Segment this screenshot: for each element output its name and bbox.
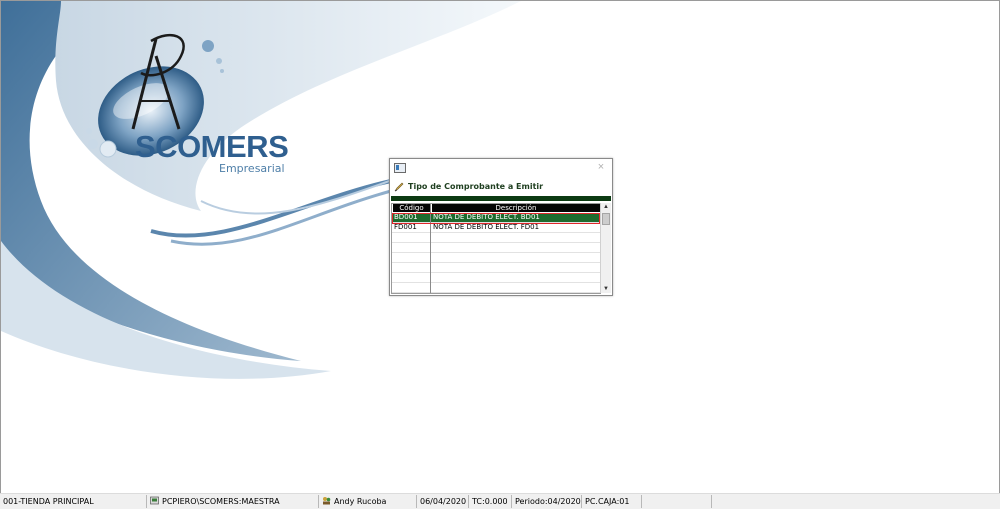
cell-codigo: BD001 bbox=[394, 213, 418, 221]
column-header-codigo[interactable]: Código bbox=[393, 204, 430, 212]
close-icon[interactable]: × bbox=[595, 161, 607, 173]
window-icon bbox=[394, 163, 406, 173]
empty-row[interactable] bbox=[392, 243, 600, 253]
scroll-up-arrow-icon[interactable]: ▲ bbox=[601, 203, 611, 211]
status-user-label: Andy Rucoba bbox=[334, 497, 387, 506]
empty-row[interactable] bbox=[392, 253, 600, 263]
status-database: PCPIERO\SCOMERS:MAESTRA bbox=[147, 495, 319, 508]
user-icon bbox=[323, 497, 331, 505]
status-period-label: Periodo:04/2020 bbox=[515, 497, 581, 506]
brand-logo-subtitle: Empresarial bbox=[219, 162, 285, 175]
status-empty-panel bbox=[642, 495, 712, 508]
column-divider bbox=[430, 204, 431, 293]
status-date-label: 06/04/2020 bbox=[420, 497, 467, 506]
status-pc-label: PC.CAJA:01 bbox=[585, 497, 630, 506]
cell-descripcion: NOTA DE DEBITO ELECT. BD01 bbox=[433, 213, 540, 221]
brand-logo-text: SCOMERS bbox=[135, 129, 289, 164]
empty-row[interactable] bbox=[392, 233, 600, 243]
status-date: 06/04/2020 bbox=[417, 495, 469, 508]
table-row[interactable]: FD001 NOTA DE DEBITO ELECT. FD01 bbox=[392, 223, 600, 233]
status-bar: 001-TIENDA PRINCIPAL PCPIERO\SCOMERS:MAE… bbox=[0, 493, 1000, 509]
scroll-down-arrow-icon[interactable]: ▼ bbox=[601, 285, 611, 293]
status-period: Periodo:04/2020 bbox=[512, 495, 582, 508]
status-store: 001-TIENDA PRINCIPAL bbox=[0, 495, 147, 508]
empty-row[interactable] bbox=[392, 263, 600, 273]
status-database-label: PCPIERO\SCOMERS:MAESTRA bbox=[162, 497, 280, 506]
grid-scrollbar[interactable]: ▲ ▼ bbox=[600, 203, 611, 293]
status-user: Andy Rucoba bbox=[319, 495, 417, 508]
status-tc: TC:0.000 bbox=[469, 495, 512, 508]
comprobante-grid[interactable]: Código Descripción BD001 NOTA DE DEBITO … bbox=[391, 203, 601, 294]
main-window: SCOMERS Empresarial × Tipo de Comprobant… bbox=[0, 0, 1000, 493]
comprobante-dialog: × Tipo de Comprobante a Emitir Código De… bbox=[389, 158, 613, 296]
pencil-icon bbox=[394, 182, 404, 192]
database-icon bbox=[150, 496, 159, 505]
status-pc: PC.CAJA:01 bbox=[582, 495, 642, 508]
status-store-label: 001-TIENDA PRINCIPAL bbox=[3, 497, 94, 506]
title-divider-bar bbox=[391, 196, 611, 201]
cell-descripcion: NOTA DE DEBITO ELECT. FD01 bbox=[433, 223, 540, 231]
column-header-descripcion[interactable]: Descripción bbox=[432, 204, 600, 212]
dialog-title: Tipo de Comprobante a Emitir bbox=[408, 182, 544, 191]
empty-row[interactable] bbox=[392, 273, 600, 283]
cell-codigo: FD001 bbox=[394, 223, 417, 231]
empty-row[interactable] bbox=[392, 283, 600, 293]
scroll-thumb[interactable] bbox=[602, 213, 610, 225]
table-row[interactable]: BD001 NOTA DE DEBITO ELECT. BD01 bbox=[392, 213, 600, 223]
status-tc-label: TC:0.000 bbox=[472, 497, 508, 506]
